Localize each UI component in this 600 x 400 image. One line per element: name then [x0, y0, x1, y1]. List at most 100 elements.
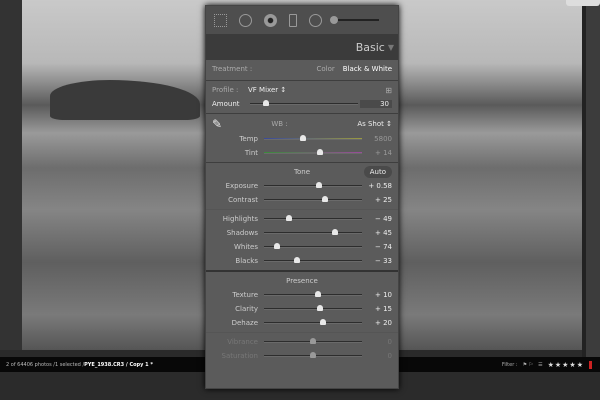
auto-button[interactable]: Auto	[363, 166, 392, 178]
filter-bar: Filter : ⚑ ⚐ ☰ ★★★★★	[502, 357, 592, 372]
vibrance-thumb[interactable]	[310, 338, 316, 344]
left-panel-edge	[0, 0, 22, 350]
texture-row: Texture + 10	[206, 288, 398, 302]
wb-label: WB :	[271, 120, 288, 128]
tint-value[interactable]: + 14	[362, 149, 392, 157]
texture-thumb[interactable]	[314, 291, 321, 297]
whites-slider[interactable]	[264, 243, 362, 249]
clarity-thumb[interactable]	[317, 305, 324, 311]
contrast-value[interactable]: + 25	[362, 196, 392, 204]
presence-header: Presence	[206, 274, 398, 288]
tone-label: Tone	[293, 168, 311, 176]
temp-value[interactable]: 5800	[362, 135, 392, 143]
wb-row: ✎ WB : As Shot ↕	[206, 116, 398, 132]
panel-title: Basic	[355, 40, 385, 54]
shadows-thumb[interactable]	[332, 229, 339, 235]
vibrance-value[interactable]: 0	[362, 338, 392, 346]
clarity-slider[interactable]	[264, 305, 362, 311]
color-label-filter[interactable]	[589, 360, 592, 369]
blacks-label: Blacks	[235, 257, 258, 265]
saturation-value[interactable]: 0	[362, 352, 392, 360]
treatment-color[interactable]: Color	[317, 65, 335, 73]
dehaze-thumb[interactable]	[319, 319, 326, 325]
whites-thumb[interactable]	[273, 243, 280, 249]
presence-label: Presence	[286, 277, 318, 285]
exposure-value[interactable]: + 0.58	[362, 182, 392, 190]
dehaze-slider[interactable]	[264, 319, 362, 325]
exposure-slider[interactable]	[264, 182, 362, 188]
clarity-value[interactable]: + 15	[362, 305, 392, 313]
file-name[interactable]: PYE_1938.CR3 / Copy 1 *	[84, 362, 153, 368]
saturation-row: Saturation 0	[206, 349, 398, 363]
right-panel-edge	[582, 0, 600, 360]
vibrance-slider[interactable]	[264, 338, 362, 344]
texture-value[interactable]: + 10	[362, 291, 392, 299]
vibrance-row: Vibrance 0	[206, 335, 398, 349]
tint-slider[interactable]	[264, 149, 362, 155]
radial-filter-icon[interactable]	[309, 13, 322, 27]
temp-row: Temp 5800	[206, 132, 398, 146]
crop-icon[interactable]	[214, 13, 227, 27]
treatment-row: Treatment : Color Black & White	[206, 60, 398, 78]
saturation-label: Saturation	[221, 352, 259, 360]
tint-thumb[interactable]	[316, 149, 323, 155]
shadows-slider[interactable]	[264, 229, 362, 235]
saturation-thumb[interactable]	[310, 352, 316, 358]
whites-value[interactable]: − 74	[362, 243, 392, 251]
temp-thumb[interactable]	[300, 135, 307, 141]
graduated-filter-icon[interactable]	[289, 13, 297, 27]
collapse-icon[interactable]: ▼	[388, 43, 394, 52]
blacks-value[interactable]: − 33	[362, 257, 392, 265]
blacks-row: Blacks − 33	[206, 254, 398, 268]
exposure-label: Exposure	[225, 182, 258, 190]
profile-browser-icon[interactable]: ⊞	[385, 86, 392, 95]
contrast-slider[interactable]	[264, 196, 362, 202]
photo-rock	[50, 80, 200, 120]
shadows-row: Shadows + 45	[206, 226, 398, 240]
dehaze-value[interactable]: + 20	[362, 319, 392, 327]
exposure-thumb[interactable]	[315, 182, 322, 188]
flag-filter-icon[interactable]: ⚑ ⚐	[523, 362, 534, 368]
develop-basic-panel: Basic ▼ Treatment : Color Black & White P…	[205, 5, 399, 389]
highlights-slider[interactable]	[264, 215, 362, 221]
amount-thumb[interactable]	[263, 100, 270, 106]
spot-removal-icon[interactable]	[239, 13, 252, 27]
texture-slider[interactable]	[264, 291, 362, 297]
kind-filter-icon[interactable]: ☰	[538, 362, 542, 368]
blacks-slider[interactable]	[264, 257, 362, 263]
whites-row: Whites − 74	[206, 240, 398, 254]
contrast-thumb[interactable]	[322, 196, 329, 202]
texture-label: Texture	[232, 291, 258, 299]
contrast-row: Contrast + 25	[206, 193, 398, 207]
amount-value[interactable]: 30	[360, 100, 392, 108]
saturation-slider[interactable]	[264, 352, 362, 358]
clarity-label: Clarity	[235, 305, 258, 313]
vibrance-label: Vibrance	[227, 338, 258, 346]
contrast-label: Contrast	[228, 196, 258, 204]
treatment-label: Treatment :	[212, 65, 253, 73]
treatment-bw[interactable]: Black & White	[343, 65, 392, 73]
amount-row: Amount 30	[206, 97, 398, 111]
highlights-thumb[interactable]	[285, 215, 292, 221]
whites-label: Whites	[233, 243, 258, 251]
highlights-row: Highlights − 49	[206, 212, 398, 226]
red-eye-icon[interactable]	[264, 13, 277, 27]
tint-label: Tint	[244, 149, 258, 157]
dehaze-label: Dehaze	[231, 319, 258, 327]
eyedropper-icon[interactable]: ✎	[212, 117, 242, 131]
shadows-value[interactable]: + 45	[362, 229, 392, 237]
amount-slider[interactable]	[250, 100, 358, 106]
temp-slider[interactable]	[264, 135, 362, 141]
blacks-thumb[interactable]	[293, 257, 300, 263]
profile-select[interactable]: VF Mixer ↕	[248, 86, 385, 94]
wb-select[interactable]: As Shot ↕	[317, 120, 392, 128]
tool-strip	[206, 6, 398, 34]
highlights-label: Highlights	[222, 215, 258, 223]
photo-count: 2 of 64406 photos /1 selected /	[6, 361, 85, 368]
panel-header[interactable]: Basic ▼	[206, 34, 398, 60]
highlights-value[interactable]: − 49	[362, 215, 392, 223]
profile-label: Profile :	[212, 86, 239, 94]
tooltip	[566, 0, 600, 6]
rating-filter[interactable]: ★★★★★	[548, 361, 584, 369]
brush-slider[interactable]	[330, 16, 379, 24]
